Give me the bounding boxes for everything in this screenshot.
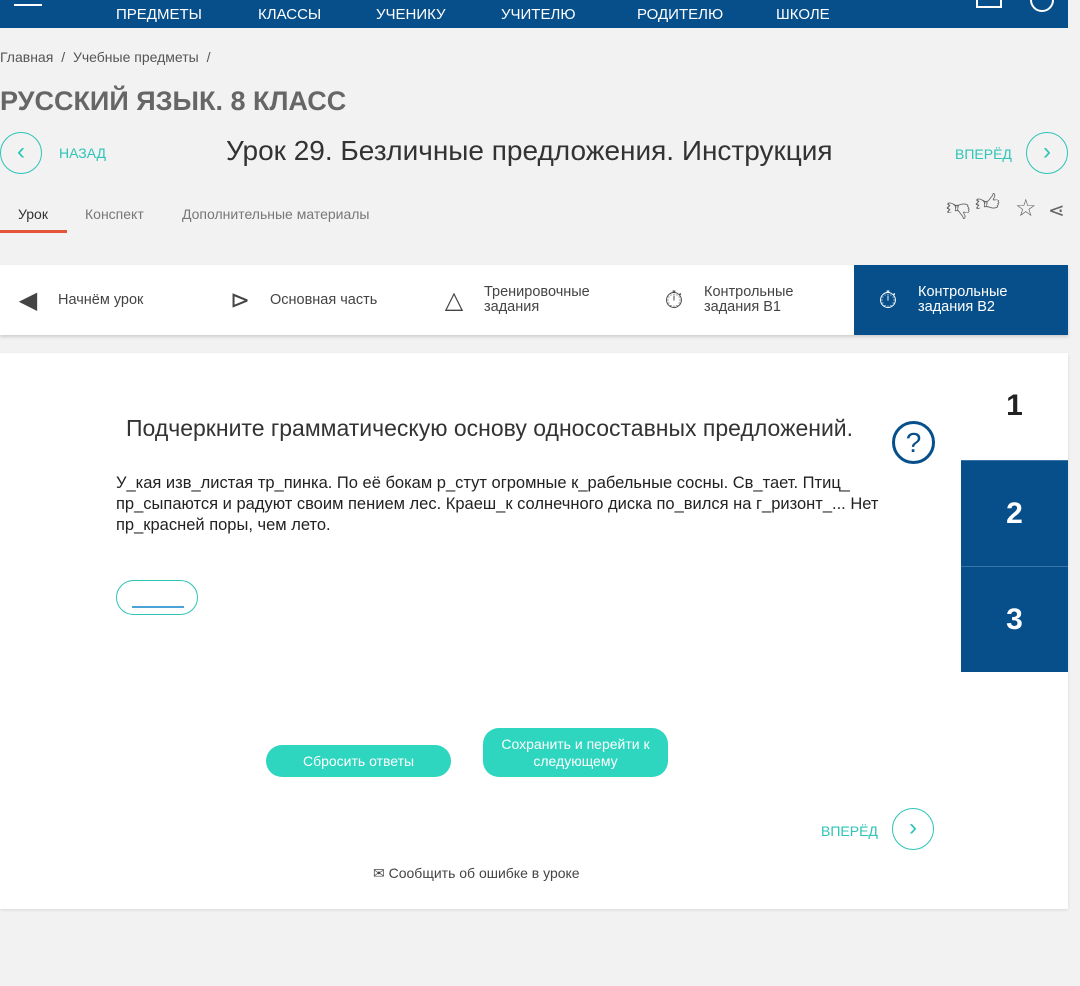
question-2[interactable]: 2 (961, 460, 1068, 566)
megaphone-icon: ◀︎ (18, 286, 38, 314)
help-icon[interactable] (1030, 0, 1054, 12)
thumbs-up-icon[interactable]: 👍︎ (975, 190, 1000, 218)
top-navbar: ПРЕДМЕТЫ КЛАССЫ УЧЕНИКУ УЧИТЕЛЮ РОДИТЕЛЮ… (0, 0, 1068, 28)
back-arrow-icon[interactable]: ‹ (0, 132, 42, 174)
step-control-b1[interactable]: ⏱︎ Контрольные задания В1 (656, 265, 846, 335)
question-1[interactable]: 1 (961, 353, 1068, 459)
save-next-button[interactable]: Сохранить и перейти к следующему (483, 728, 668, 777)
forward-arrow-icon[interactable]: › (892, 808, 934, 850)
course-title: РУССКИЙ ЯЗЫК. 8 КЛАСС (0, 86, 347, 116)
envelope-icon: ✉ (373, 865, 389, 881)
step-label: Основная часть (270, 291, 378, 308)
step-label: Контрольные задания В1 (704, 284, 794, 315)
forward-link-bottom[interactable]: ВПЕРЁД (821, 823, 878, 839)
lesson-title: Урок 29. Безличные предложения. Инструкц… (226, 135, 833, 166)
step-label: Контрольные задания В2 (918, 284, 1008, 315)
question-3[interactable]: 3 (961, 566, 1068, 672)
lesson-steps: ◀︎ Начнём урок ⊳ Основная часть △ Тренирово… (0, 265, 1068, 335)
forward-arrow-icon[interactable]: › (1026, 132, 1068, 174)
back-link[interactable]: НАЗАД (59, 145, 106, 161)
thumbs-down-icon[interactable]: 👎︎ (946, 194, 970, 222)
task-title: Подчеркните грамматическую основу односо… (126, 415, 854, 441)
user-icon[interactable] (976, 0, 1002, 8)
stopwatch-icon: ⏱︎ (664, 286, 684, 314)
nav-classes[interactable]: КЛАССЫ (258, 6, 321, 23)
step-label: Тренировочные задания (484, 284, 590, 315)
breadcrumb-separator: / (206, 49, 211, 65)
step-start[interactable]: ◀︎ Начнём урок (10, 265, 210, 335)
nav-teacher[interactable]: УЧИТЕЛЮ (501, 6, 575, 23)
tab-lesson[interactable]: Урок (18, 206, 48, 222)
reset-button[interactable]: Сбросить ответы (266, 745, 451, 777)
step-label: Начнём урок (58, 291, 144, 308)
forward-link[interactable]: ВПЕРЁД (955, 146, 1012, 162)
nav-student[interactable]: УЧЕНИКУ (376, 6, 446, 23)
step-control-b2[interactable]: ⏱︎ Контрольные задания В2 (854, 265, 1068, 335)
breadcrumb-subjects[interactable]: Учебные предметы (73, 49, 199, 65)
nav-subjects[interactable]: ПРЕДМЕТЫ (116, 6, 202, 23)
task-text[interactable]: У_кая изв_листая тр_пинка. По её бокам р… (116, 473, 916, 536)
menu-icon[interactable] (14, 4, 42, 6)
play-icon: ⊳ (229, 286, 251, 314)
task-card: Подчеркните грамматическую основу односо… (0, 353, 1068, 909)
tab-summary[interactable]: Конспект (85, 206, 144, 222)
underline-tool-button[interactable] (116, 580, 198, 615)
pyramid-icon: △ (444, 286, 464, 314)
breadcrumb-separator: / (61, 49, 66, 65)
report-error-link[interactable]: ✉ Сообщить об ошибке в уроке (373, 865, 580, 882)
tab-materials[interactable]: Дополнительные материалы (182, 206, 369, 222)
share-icon[interactable]: ⋖ (1048, 198, 1065, 223)
report-label: Сообщить об ошибке в уроке (388, 865, 580, 881)
step-training[interactable]: △ Тренировочные задания (436, 265, 636, 335)
active-tab-underline (0, 230, 67, 233)
star-icon[interactable]: ☆ (1015, 194, 1037, 223)
breadcrumb-home[interactable]: Главная (0, 49, 53, 65)
question-mark-icon[interactable]: ? (892, 421, 935, 464)
nav-parent[interactable]: РОДИТЕЛЮ (637, 6, 723, 23)
underline-icon (132, 606, 184, 608)
step-main[interactable]: ⊳ Основная часть (222, 265, 422, 335)
nav-school[interactable]: ШКОЛЕ (776, 6, 830, 23)
breadcrumb: Главная / Учебные предметы / (0, 49, 215, 65)
stopwatch-icon: ⏱︎ (878, 286, 898, 314)
